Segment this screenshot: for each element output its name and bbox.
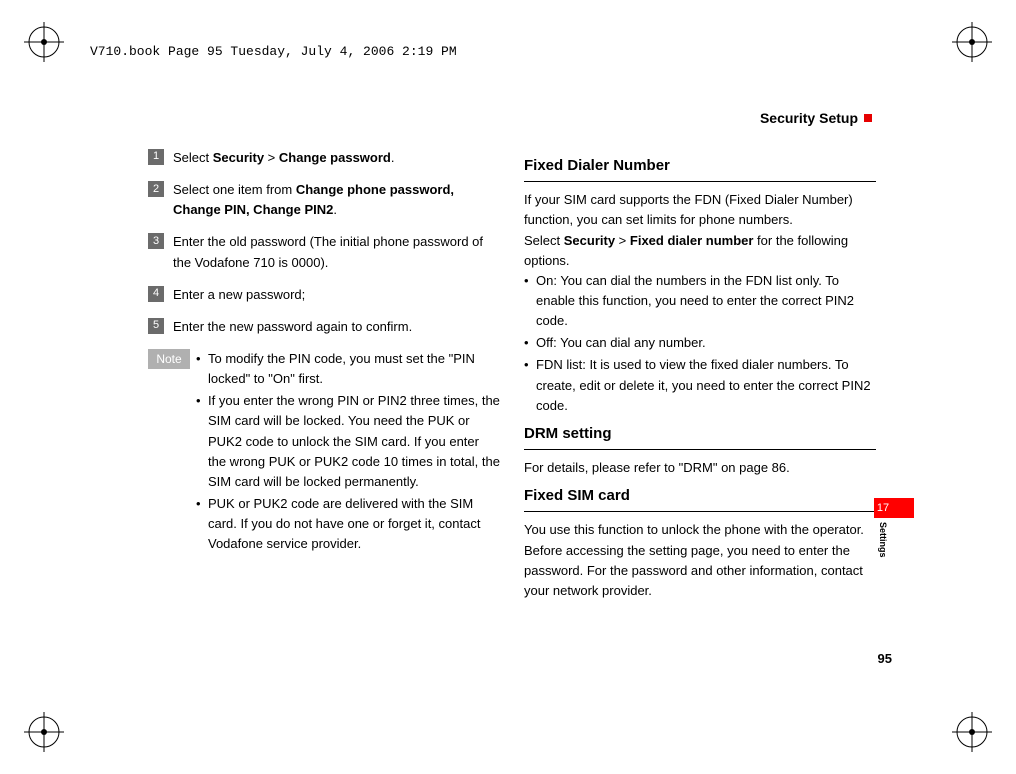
text: Select one item from xyxy=(173,182,296,197)
side-tab-label: Settings xyxy=(878,522,888,558)
page-title-text: Security Setup xyxy=(760,110,858,126)
note-body: To modify the PIN code, you must set the… xyxy=(196,349,500,556)
step-4: 4 Enter a new password; xyxy=(148,285,500,305)
step-text: Enter the new password again to confirm. xyxy=(173,317,500,337)
paragraph: Select Security > Fixed dialer number fo… xyxy=(524,231,876,271)
step-number-box: 1 xyxy=(148,149,164,165)
bold-text: Change password xyxy=(279,150,391,165)
text: . xyxy=(333,202,337,217)
step-text: Enter the old password (The initial phon… xyxy=(173,232,500,272)
heading-fixed-sim: Fixed SIM card xyxy=(524,484,876,507)
bold-text: Security xyxy=(564,233,615,248)
side-tab-number: 17 xyxy=(874,502,892,514)
content-area: 1 Select Security > Change password. 2 S… xyxy=(148,148,876,601)
step-text: Select one item from Change phone passwo… xyxy=(173,180,500,220)
heading-drm: DRM setting xyxy=(524,422,876,445)
bullet-list: On: You can dial the numbers in the FDN … xyxy=(524,271,876,416)
note-item: PUK or PUK2 code are delivered with the … xyxy=(196,494,500,554)
paragraph: For details, please refer to "DRM" on pa… xyxy=(524,458,876,478)
step-number-box: 4 xyxy=(148,286,164,302)
page-number: 95 xyxy=(878,651,892,666)
note-block: Note To modify the PIN code, you must se… xyxy=(148,349,500,556)
paragraph: You use this function to unlock the phon… xyxy=(524,520,876,601)
step-number-box: 2 xyxy=(148,181,164,197)
page-title: Security Setup xyxy=(760,110,872,126)
step-5: 5 Enter the new password again to confir… xyxy=(148,317,500,337)
heading-underline xyxy=(524,447,876,450)
heading-underline xyxy=(524,509,876,512)
bold-text: Security xyxy=(213,150,264,165)
list-item: On: You can dial the numbers in the FDN … xyxy=(524,271,876,331)
text: Select xyxy=(524,233,564,248)
crop-mark-tr xyxy=(952,22,992,62)
list-item: FDN list: It is used to view the fixed d… xyxy=(524,355,876,415)
text: > xyxy=(264,150,279,165)
heading-underline xyxy=(524,179,876,182)
text: Select xyxy=(173,150,213,165)
paragraph: If your SIM card supports the FDN (Fixed… xyxy=(524,190,876,230)
bold-text: Fixed dialer number xyxy=(630,233,754,248)
note-label: Note xyxy=(148,349,190,369)
step-3: 3 Enter the old password (The initial ph… xyxy=(148,232,500,272)
text: > xyxy=(615,233,630,248)
crop-mark-tl xyxy=(24,22,64,62)
step-text: Select Security > Change password. xyxy=(173,148,500,168)
crop-mark-bl xyxy=(24,712,64,752)
list-item: Off: You can dial any number. xyxy=(524,333,876,353)
note-item: To modify the PIN code, you must set the… xyxy=(196,349,500,389)
note-item: If you enter the wrong PIN or PIN2 three… xyxy=(196,391,500,492)
step-2: 2 Select one item from Change phone pass… xyxy=(148,180,500,220)
step-number-box: 5 xyxy=(148,318,164,334)
side-tab: 17 xyxy=(874,498,914,518)
left-column: 1 Select Security > Change password. 2 S… xyxy=(148,148,500,601)
right-column: Fixed Dialer Number If your SIM card sup… xyxy=(524,148,876,601)
heading-fixed-dialer: Fixed Dialer Number xyxy=(524,154,876,177)
step-1: 1 Select Security > Change password. xyxy=(148,148,500,168)
header-file-info: V710.book Page 95 Tuesday, July 4, 2006 … xyxy=(90,44,457,59)
section-marker-icon xyxy=(864,114,872,122)
step-text: Enter a new password; xyxy=(173,285,500,305)
text: . xyxy=(391,150,395,165)
crop-mark-br xyxy=(952,712,992,752)
step-number-box: 3 xyxy=(148,233,164,249)
